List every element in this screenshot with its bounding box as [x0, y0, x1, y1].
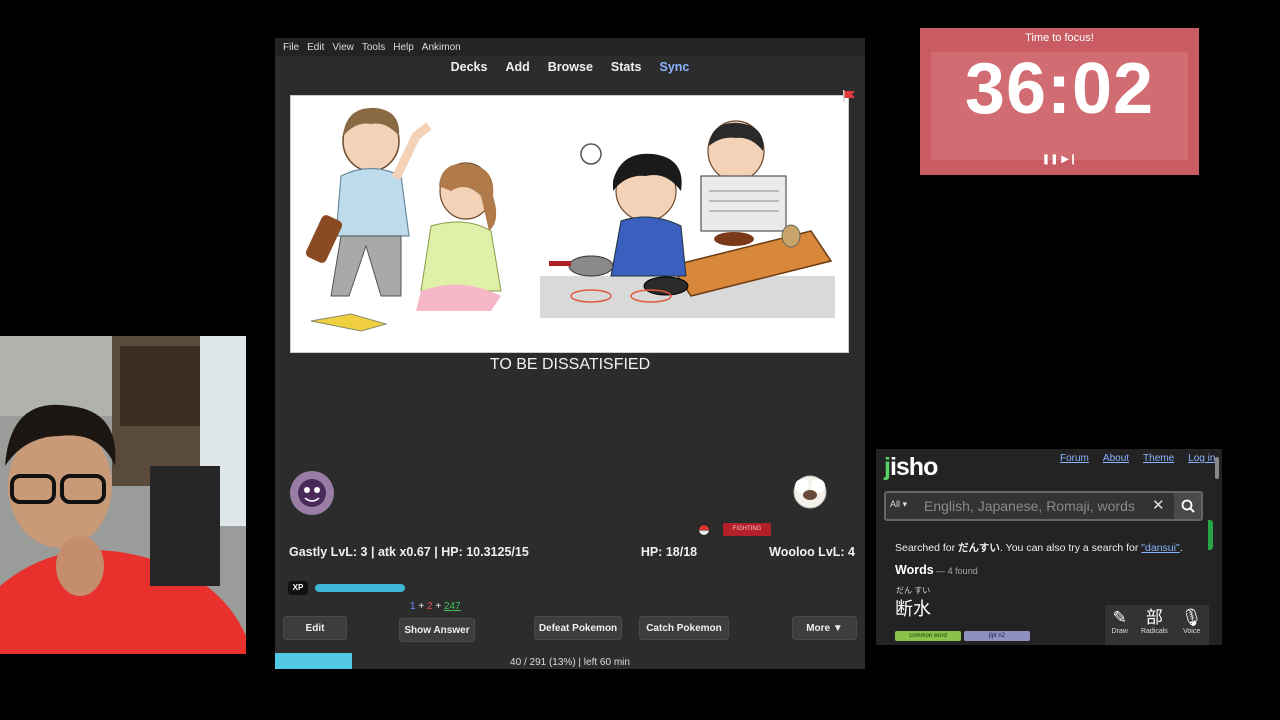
focus-timer: Time to focus! 36:02 ❚❚ ▶❙: [920, 28, 1199, 175]
jisho-nav: Forum About Theme Log in: [1060, 453, 1215, 464]
voice-tool[interactable]: 🎙 Voice: [1181, 605, 1203, 645]
radicals-tool[interactable]: 部 Radicals: [1141, 605, 1168, 645]
microphone-icon: 🎙: [1180, 608, 1203, 627]
toolbar-sync[interactable]: Sync: [651, 56, 699, 80]
card-illustration: [290, 95, 849, 353]
menu-view[interactable]: View: [332, 42, 354, 53]
jisho-scrollbar-thumb[interactable]: [1215, 457, 1219, 479]
xp-bar-fill: [315, 584, 405, 592]
battle-stats-row: Gastly LvL: 3 | atk x0.67 | HP: 10.3125/…: [289, 545, 855, 559]
timer-pause-skip-controls[interactable]: ❚❚ ▶❙: [920, 154, 1199, 165]
player-pokemon-hp: HP: 10.3125/15: [441, 545, 529, 559]
anki-window: File Edit View Tools Help Ankimon Decks …: [275, 38, 865, 669]
menu-ankimon[interactable]: Ankimon: [422, 42, 461, 53]
draw-icon: ✎: [1112, 608, 1127, 627]
main-toolbar: Decks Add Browse Stats Sync: [275, 56, 865, 80]
menu-help[interactable]: Help: [393, 42, 414, 53]
search-icon: [1181, 499, 1195, 513]
timer-title: Time to focus!: [1025, 32, 1094, 44]
learn-count: 2: [426, 601, 433, 612]
menu-bar: File Edit View Tools Help Ankimon: [275, 38, 865, 56]
defeat-pokemon-button[interactable]: Defeat Pokemon: [534, 616, 622, 640]
catch-pokemon-button[interactable]: Catch Pokemon: [639, 616, 729, 640]
toolbar-browse[interactable]: Browse: [539, 56, 602, 80]
xp-label: XP: [288, 581, 308, 595]
fighting-status-badge: FIGHTING: [723, 523, 771, 536]
words-heading: Words — 4 found: [895, 563, 978, 577]
count-plus: +: [435, 601, 442, 612]
nav-about[interactable]: About: [1103, 453, 1129, 464]
timer-countdown: 36:02: [964, 49, 1155, 129]
count-plus: +: [418, 601, 425, 612]
pokeball-icon: [698, 524, 710, 536]
search-scope-select[interactable]: All ▾: [890, 499, 907, 510]
webcam-person-image: [0, 336, 246, 654]
search-button[interactable]: [1174, 493, 1201, 519]
show-answer-button[interactable]: Show Answer: [399, 618, 475, 642]
menu-file[interactable]: File: [283, 42, 299, 53]
new-count: 1: [410, 601, 416, 612]
player-pokemon-stats: Gastly LvL: 3 | atk x0.67 |: [289, 545, 438, 559]
enemy-pokemon-hp: HP: 18/18: [640, 545, 698, 559]
dissatisfied-illustration: [291, 96, 848, 352]
wooloo-sprite: [793, 475, 827, 509]
menu-tools[interactable]: Tools: [362, 42, 385, 53]
review-count: 247: [443, 601, 461, 612]
red-flag-icon[interactable]: [842, 90, 856, 102]
due-counts: 1 + 2 + 247: [410, 601, 461, 612]
jisho-input-tools: ✎ Draw 部 Radicals 🎙 Voice: [1105, 605, 1209, 645]
session-progress-text: 40 / 291 (13%) | left 60 min: [510, 657, 630, 668]
more-button[interactable]: More ▼: [792, 616, 857, 640]
clear-icon[interactable]: ✕: [1152, 496, 1165, 514]
common-word-tag: common word: [895, 631, 961, 641]
gastly-sprite: [290, 471, 334, 515]
jisho-window: jisho Forum About Theme Log in All ▾ ✕ S…: [876, 449, 1222, 645]
words-found-count: — 4 found: [933, 566, 978, 576]
nav-theme[interactable]: Theme: [1143, 453, 1174, 464]
word-result[interactable]: 断水: [895, 595, 931, 621]
toolbar-stats[interactable]: Stats: [602, 56, 651, 80]
jisho-search-bar: All ▾ ✕: [884, 491, 1203, 521]
webcam-feed: [0, 336, 246, 654]
nav-forum[interactable]: Forum: [1060, 453, 1089, 464]
draw-tool[interactable]: ✎ Draw: [1112, 605, 1128, 645]
enemy-pokemon-name: Wooloo LvL: 4: [769, 545, 855, 559]
nav-login[interactable]: Log in: [1188, 453, 1215, 464]
radicals-icon: 部: [1145, 608, 1163, 627]
card-question-text: TO BE DISSATISFIED: [489, 356, 651, 373]
toolbar-decks[interactable]: Decks: [442, 56, 497, 80]
jlpt-tag: jlpt n2: [964, 631, 1030, 641]
jisho-scrollbar[interactable]: [1214, 451, 1220, 641]
side-tab[interactable]: [1208, 520, 1213, 550]
menu-edit[interactable]: Edit: [307, 42, 324, 53]
alternate-search-link[interactable]: "dansui": [1141, 542, 1179, 554]
search-summary: Searched for だんすい. You can also try a se…: [895, 542, 1183, 554]
jisho-logo[interactable]: jisho: [884, 453, 938, 482]
toolbar-add[interactable]: Add: [496, 56, 538, 80]
search-input[interactable]: [924, 497, 1152, 515]
edit-button[interactable]: Edit: [283, 616, 347, 640]
